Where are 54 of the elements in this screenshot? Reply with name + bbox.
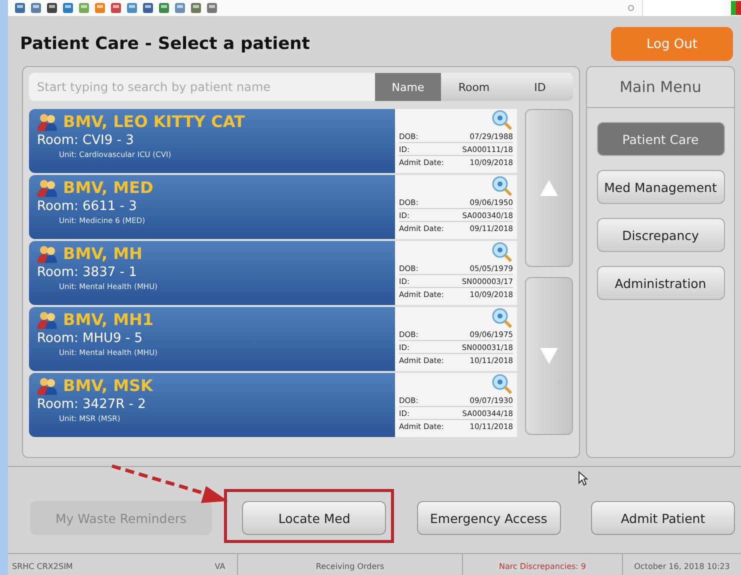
toolbar-icon[interactable] [110, 2, 122, 14]
patient-name: BMV, MH [63, 244, 142, 263]
search-field[interactable]: Start typing to search by patient name [29, 73, 375, 101]
patients-icon [37, 112, 57, 130]
menu-button[interactable]: Discrepancy [596, 218, 724, 252]
patient-name: BMV, MSK [63, 376, 153, 395]
up-triangle-icon [539, 179, 559, 197]
patient-name: BMV, MED [63, 178, 154, 197]
status-text: October 16, 2018 10:23 [633, 560, 731, 572]
dropdown-icon[interactable] [628, 5, 634, 11]
toolbar-icon[interactable] [142, 2, 154, 14]
patients-icon [37, 310, 57, 328]
menu-title: Main Menu [587, 67, 734, 108]
status-text: VA [203, 554, 238, 575]
menu-button[interactable]: Med Management [596, 170, 724, 204]
toolbar-icon[interactable] [30, 2, 42, 14]
menu-button[interactable]: Administration [596, 266, 724, 300]
room-text: Room: 3427R - 2 [37, 397, 147, 412]
down-triangle-icon [539, 347, 559, 365]
toolbar-icon[interactable] [62, 2, 74, 14]
toolbar-icon[interactable] [158, 2, 170, 14]
magnifier-icon[interactable] [491, 110, 513, 130]
room-text: Room: 6611 - 3 [37, 199, 138, 214]
toolbar-icon[interactable] [190, 2, 202, 14]
patient-name: BMV, MH1 [63, 310, 154, 329]
patients-icon [37, 376, 57, 394]
action-button[interactable]: Admit Patient [590, 501, 735, 535]
magnifier-icon[interactable] [491, 176, 513, 196]
room-text: Room: 3837 - 1 [37, 265, 138, 280]
magnifier-icon[interactable] [491, 308, 513, 328]
patients-icon [37, 178, 57, 196]
toolbar-icon[interactable] [206, 2, 218, 14]
menu-button[interactable]: Patient Care [596, 122, 724, 156]
toolbar-icon[interactable] [14, 2, 26, 14]
status-text: Narc Discrepancies: 9 [463, 554, 623, 575]
page-title: Patient Care - Select a patient [20, 34, 310, 54]
status-text: Receiving Orders [238, 554, 463, 575]
search-tab[interactable]: Name [375, 73, 441, 101]
magnifier-icon[interactable] [491, 374, 513, 394]
room-text: Room: MHU9 - 5 [37, 331, 144, 346]
logout-button[interactable]: Log Out [611, 27, 733, 61]
status-text: SRHC CRX2SIM [11, 560, 74, 572]
toolbar-icon[interactable] [46, 2, 58, 14]
action-button[interactable]: Locate Med [242, 501, 386, 535]
action-button[interactable]: Emergency Access [416, 501, 561, 535]
cursor-icon [578, 471, 588, 486]
patients-icon [37, 244, 57, 262]
search-tab[interactable]: Room [441, 73, 507, 101]
patient-name: BMV, LEO KITTY CAT [63, 112, 245, 131]
magnifier-icon[interactable] [491, 242, 513, 262]
search-tab[interactable]: ID [507, 73, 573, 101]
flag-icon[interactable] [731, 1, 741, 15]
room-text: Room: CVI9 - 3 [37, 133, 135, 148]
input-field[interactable] [642, 0, 723, 16]
